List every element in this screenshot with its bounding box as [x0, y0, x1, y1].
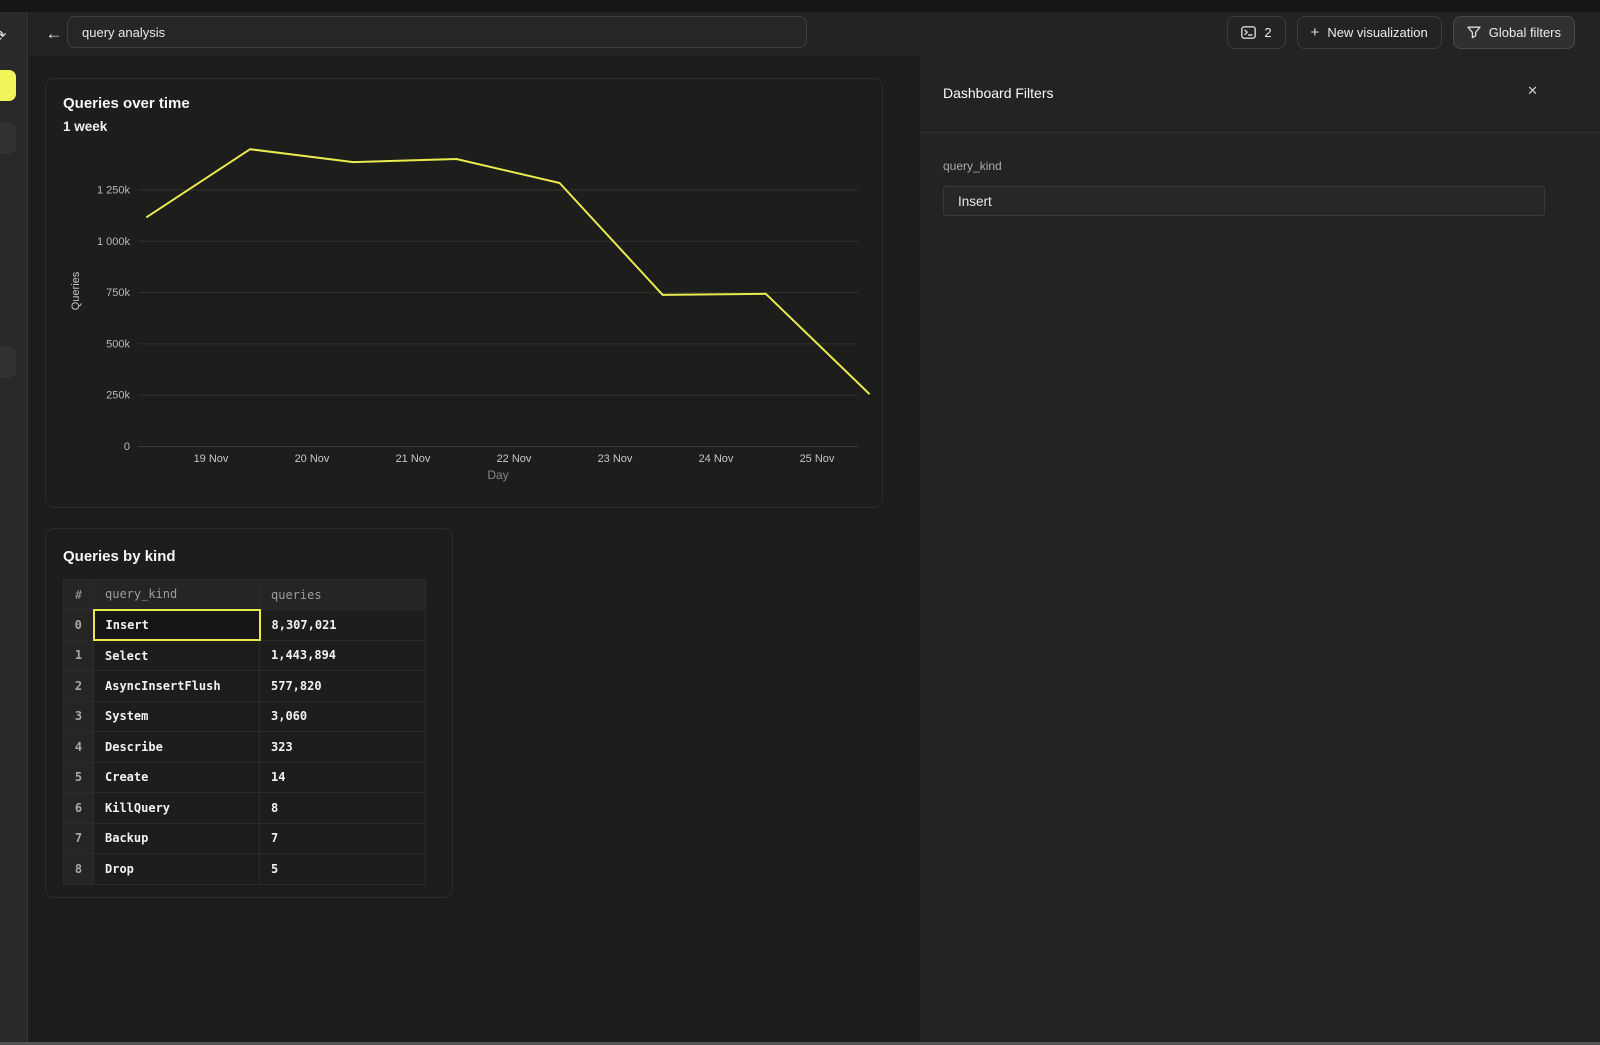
- column-header-queries[interactable]: queries: [260, 580, 426, 610]
- series-line-queries: [147, 149, 869, 393]
- chart-subtitle: 1 week: [63, 119, 107, 134]
- console-icon: [1241, 26, 1256, 39]
- x-tick-label: 24 Nov: [699, 453, 734, 465]
- y-tick-label: 500k: [106, 338, 130, 350]
- table-title: Queries by kind: [63, 548, 176, 565]
- row-index: 3: [64, 701, 94, 732]
- cell-query-kind[interactable]: Drop: [94, 854, 260, 885]
- table-row: 6KillQuery8: [64, 793, 426, 824]
- row-index: 1: [64, 640, 94, 671]
- row-index: 4: [64, 732, 94, 763]
- y-tick-label: 250k: [106, 390, 130, 402]
- x-axis-title: Day: [487, 468, 508, 482]
- row-index: 2: [64, 671, 94, 702]
- sidebar-item-active[interactable]: [0, 70, 16, 101]
- history-icon[interactable]: ⟳: [0, 29, 6, 45]
- column-header-query_kind[interactable]: query_kind: [94, 580, 260, 610]
- cell-queries[interactable]: 323: [260, 732, 426, 763]
- sidebar-item[interactable]: [0, 122, 16, 154]
- global-filters-button[interactable]: Global filters: [1453, 16, 1575, 49]
- cell-queries[interactable]: 8,307,021: [260, 610, 426, 641]
- cell-query-kind[interactable]: Describe: [94, 732, 260, 763]
- row-index: 5: [64, 762, 94, 793]
- cell-queries[interactable]: 7: [260, 823, 426, 854]
- dashboard-title-input[interactable]: [67, 16, 807, 48]
- chart-card: 0 250k 500k 750k 1 000k 1 250k 19 Nov 20 Nov 21 …: [45, 78, 883, 508]
- dashboard-canvas: 0250k500k750k1 000k1 250k19 Nov20 Nov21 …: [29, 56, 920, 1042]
- sidebar-item[interactable]: [0, 346, 16, 378]
- funnel-icon: [1467, 26, 1481, 39]
- topbar-actions: 2 + New visualization Global filters: [1227, 16, 1575, 49]
- filter-field-label: query_kind: [943, 159, 1545, 173]
- y-tick-label: 0: [124, 441, 130, 453]
- table-row: 1Select1,443,894: [64, 640, 426, 671]
- x-tick-label: 22 Nov: [497, 453, 532, 465]
- x-tick-label: 21 Nov: [396, 453, 431, 465]
- global-filters-label: Global filters: [1489, 25, 1561, 40]
- new-visualization-button[interactable]: + New visualization: [1297, 16, 1442, 49]
- cell-query-kind[interactable]: Insert: [94, 610, 260, 641]
- panel-body: query_kind: [943, 133, 1545, 216]
- plus-icon: +: [1311, 24, 1320, 41]
- column-header-index[interactable]: #: [64, 580, 94, 610]
- table-row: 7Backup7: [64, 823, 426, 854]
- console-count: 2: [1264, 25, 1271, 40]
- cell-query-kind[interactable]: AsyncInsertFlush: [94, 671, 260, 702]
- cell-query-kind[interactable]: Backup: [94, 823, 260, 854]
- cell-queries[interactable]: 14: [260, 762, 426, 793]
- dashboard-filters-panel: Dashboard Filters ✕ query_kind: [920, 56, 1600, 1042]
- table-row: 4Describe323: [64, 732, 426, 763]
- row-index: 0: [64, 610, 94, 641]
- table-row: 2AsyncInsertFlush577,820: [64, 671, 426, 702]
- queries-by-kind-table: #query_kindqueries0Insert8,307,0211Selec…: [63, 579, 426, 885]
- row-index: 6: [64, 793, 94, 824]
- table-row: 8Drop5: [64, 854, 426, 885]
- cell-queries[interactable]: 1,443,894: [260, 640, 426, 671]
- topbar: ← 2 + New visualization Global filters: [29, 12, 1600, 56]
- console-count-button[interactable]: 2: [1227, 16, 1285, 49]
- cell-queries[interactable]: 3,060: [260, 701, 426, 732]
- panel-title: Dashboard Filters: [943, 85, 1054, 101]
- cell-query-kind[interactable]: Select: [94, 640, 260, 671]
- back-button[interactable]: ←: [39, 19, 69, 49]
- cell-query-kind[interactable]: KillQuery: [94, 793, 260, 824]
- close-icon[interactable]: ✕: [1527, 83, 1538, 99]
- x-tick-label: 20 Nov: [295, 453, 330, 465]
- filter-value-input[interactable]: [943, 186, 1545, 216]
- x-tick-label: 19 Nov: [194, 453, 229, 465]
- row-index: 8: [64, 854, 94, 885]
- table-card: Queries by kind #query_kindqueries0Inser…: [45, 528, 453, 898]
- queries-over-time-chart[interactable]: 0 250k 500k 750k 1 000k 1 250k 19 Nov 20 Nov 21 …: [46, 79, 884, 509]
- cell-query-kind[interactable]: System: [94, 701, 260, 732]
- y-tick-label: 1 000k: [97, 236, 131, 248]
- chart-title: Queries over time: [63, 95, 190, 112]
- row-index: 7: [64, 823, 94, 854]
- cell-queries[interactable]: 8: [260, 793, 426, 824]
- cell-query-kind[interactable]: Create: [94, 762, 260, 793]
- app-window: ⟳ ← 2 + New visualization: [0, 0, 1600, 1045]
- new-visualization-label: New visualization: [1327, 25, 1427, 40]
- x-tick-label: 25 Nov: [800, 453, 835, 465]
- sidebar: ⟳: [0, 12, 28, 1045]
- y-tick-label: 1 250k: [97, 185, 131, 197]
- table-row: 5Create14: [64, 762, 426, 793]
- cell-queries[interactable]: 5: [260, 854, 426, 885]
- y-axis-title: Queries: [70, 271, 82, 310]
- window-top-strip: [0, 0, 1600, 12]
- table-row: 3System3,060: [64, 701, 426, 732]
- x-tick-label: 23 Nov: [598, 453, 633, 465]
- cell-queries[interactable]: 577,820: [260, 671, 426, 702]
- panel-header: Dashboard Filters ✕: [920, 56, 1600, 133]
- y-tick-label: 750k: [106, 287, 130, 299]
- table-row: 0Insert8,307,021: [64, 610, 426, 641]
